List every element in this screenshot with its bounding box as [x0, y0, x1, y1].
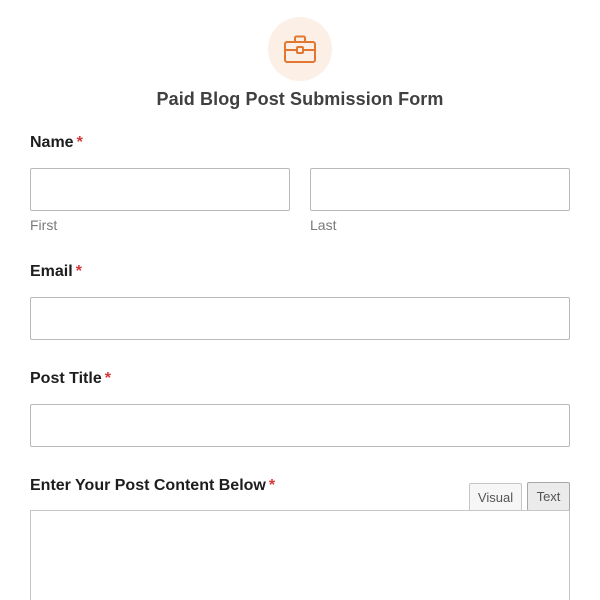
required-asterisk: * [76, 134, 83, 151]
post-title-label: Post Title * [30, 370, 111, 388]
post-title-label-text: Post Title [30, 370, 102, 387]
form-title: Paid Blog Post Submission Form [156, 89, 444, 109]
email-field[interactable] [30, 297, 570, 340]
email-label: Email * [30, 263, 82, 281]
post-content-label: Enter Your Post Content Below * [30, 477, 275, 495]
tab-text[interactable]: Text [527, 482, 570, 511]
name-label: Name * [30, 134, 83, 152]
required-asterisk: * [268, 477, 276, 494]
required-asterisk: * [75, 263, 82, 280]
post-title-input[interactable] [30, 404, 570, 447]
briefcase-icon [284, 35, 316, 63]
last-name-sublabel: Last [310, 217, 337, 233]
required-asterisk: * [104, 370, 111, 387]
first-name-sublabel: First [30, 217, 58, 233]
tab-visual[interactable]: Visual [469, 483, 522, 512]
post-content-label-text: Enter Your Post Content Below [30, 477, 266, 494]
first-name-input[interactable] [30, 168, 290, 211]
name-label-text: Name [30, 134, 74, 151]
email-label-text: Email [30, 263, 73, 280]
last-name-input[interactable] [310, 168, 570, 211]
post-content-editor[interactable] [30, 510, 570, 600]
form-header-icon-circle [268, 17, 332, 81]
